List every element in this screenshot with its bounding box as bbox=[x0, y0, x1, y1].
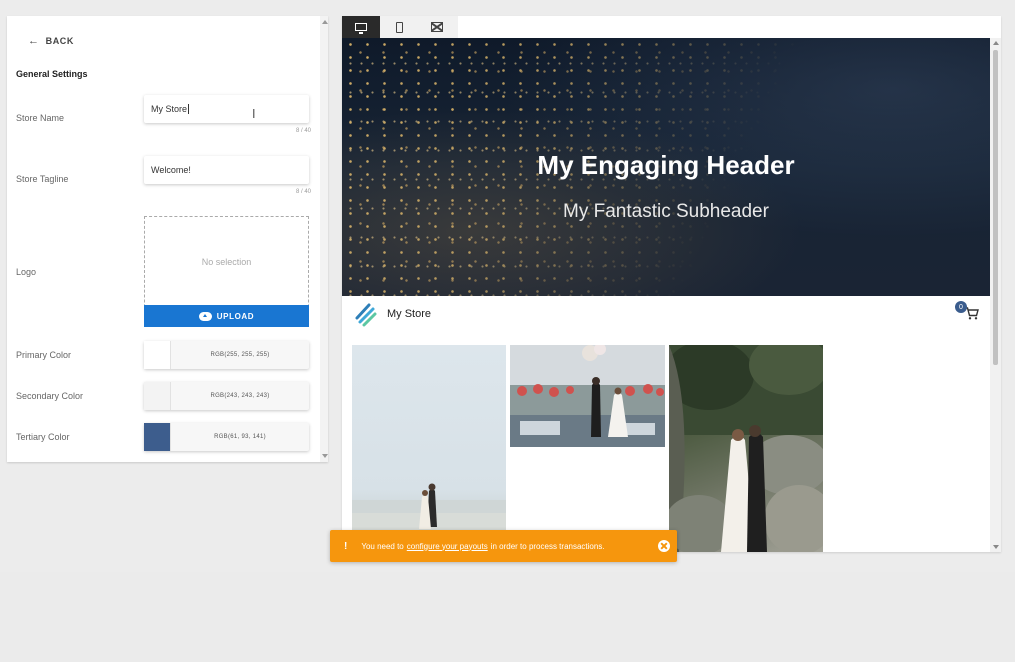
store-tagline-label: Store Tagline bbox=[16, 174, 69, 184]
logo-label: Logo bbox=[16, 267, 37, 277]
store-name-value: My Store bbox=[151, 104, 188, 114]
mobile-view-button[interactable] bbox=[380, 16, 418, 38]
text-cursor-icon: I bbox=[252, 107, 256, 121]
store-name-counter: 8 / 40 bbox=[295, 128, 311, 134]
arrow-left-icon: ← bbox=[28, 35, 40, 47]
tertiary-color-value: RGB(61, 93, 141) bbox=[214, 434, 266, 440]
desktop-view-button[interactable] bbox=[342, 16, 380, 38]
upload-label: UPLOAD bbox=[216, 311, 255, 321]
rock-couple-illustration bbox=[669, 345, 823, 552]
toast-text-after: in order to process transactions. bbox=[490, 541, 605, 551]
hero-title: My Engaging Header bbox=[537, 150, 795, 180]
primary-color-picker[interactable]: RGB(255, 255, 255) bbox=[144, 341, 309, 369]
close-icon[interactable] bbox=[658, 540, 670, 552]
primary-color-value: RGB(255, 255, 255) bbox=[210, 352, 270, 358]
back-button[interactable]: ← BACK bbox=[28, 35, 74, 47]
device-toggle-bar bbox=[342, 16, 458, 38]
store-tagline-counter: 8 / 40 bbox=[295, 189, 311, 195]
tertiary-color-picker[interactable]: RGB(61, 93, 141) bbox=[144, 423, 309, 451]
logo-placeholder: No selection bbox=[201, 257, 252, 267]
warning-icon: ! bbox=[344, 540, 348, 552]
configure-payouts-link[interactable]: configure your payouts bbox=[407, 542, 488, 551]
fullscreen-icon bbox=[431, 22, 443, 32]
cart-icon bbox=[965, 307, 979, 320]
store-name-input[interactable]: My Store bbox=[144, 95, 309, 123]
secondary-color-picker[interactable]: RGB(243, 243, 243) bbox=[144, 382, 309, 410]
preview-scrollbar-thumb[interactable] bbox=[993, 50, 998, 365]
store-logo-icon bbox=[355, 303, 377, 327]
secondary-color-swatch bbox=[144, 382, 171, 410]
product-image-rock-couple[interactable] bbox=[669, 345, 823, 552]
preview-scrollbar[interactable] bbox=[990, 38, 1001, 552]
hero-subtitle: My Fantastic Subheader bbox=[563, 201, 769, 222]
text-caret bbox=[188, 104, 190, 114]
store-name: My Store bbox=[387, 308, 432, 320]
settings-panel: ← BACK General Settings Store Name My St… bbox=[7, 16, 328, 462]
fullscreen-button[interactable] bbox=[418, 16, 456, 38]
phone-icon bbox=[395, 21, 403, 33]
logo-dropzone[interactable]: No selection UPLOAD bbox=[144, 216, 309, 327]
cloud-upload-icon bbox=[198, 311, 212, 321]
beach-couple-illustration bbox=[352, 483, 506, 552]
store-navbar: My Store 0 bbox=[342, 296, 990, 336]
store-preview: My Engaging Header My Fantastic Subheade… bbox=[342, 16, 1001, 552]
desktop-icon bbox=[355, 23, 367, 34]
store-tagline-value: Welcome! bbox=[151, 165, 191, 175]
primary-color-swatch bbox=[144, 341, 171, 369]
background-area bbox=[0, 572, 1015, 662]
upload-button[interactable]: UPLOAD bbox=[144, 305, 309, 327]
cart-button[interactable]: 0 bbox=[955, 301, 983, 325]
tertiary-color-swatch bbox=[144, 423, 171, 451]
secondary-color-label: Secondary Color bbox=[16, 391, 84, 401]
back-label: BACK bbox=[45, 36, 75, 46]
store-tagline-input[interactable]: Welcome! bbox=[144, 156, 309, 184]
section-title: General Settings bbox=[16, 69, 88, 79]
payout-warning-toast: ! You need to configure your payouts in … bbox=[330, 530, 677, 562]
primary-color-label: Primary Color bbox=[16, 350, 72, 360]
panel-scrollbar[interactable] bbox=[320, 16, 328, 462]
cart-count-badge: 0 bbox=[955, 301, 967, 313]
product-image-wedding-venue[interactable] bbox=[510, 345, 665, 447]
tertiary-color-label: Tertiary Color bbox=[16, 432, 70, 442]
hero-banner: My Engaging Header My Fantastic Subheade… bbox=[342, 38, 990, 296]
wedding-venue-illustration bbox=[510, 345, 665, 447]
toast-text-before: You need to bbox=[361, 541, 404, 551]
secondary-color-value: RGB(243, 243, 243) bbox=[210, 393, 270, 399]
product-image-beach-couple[interactable] bbox=[352, 345, 506, 552]
store-name-label: Store Name bbox=[16, 113, 65, 123]
